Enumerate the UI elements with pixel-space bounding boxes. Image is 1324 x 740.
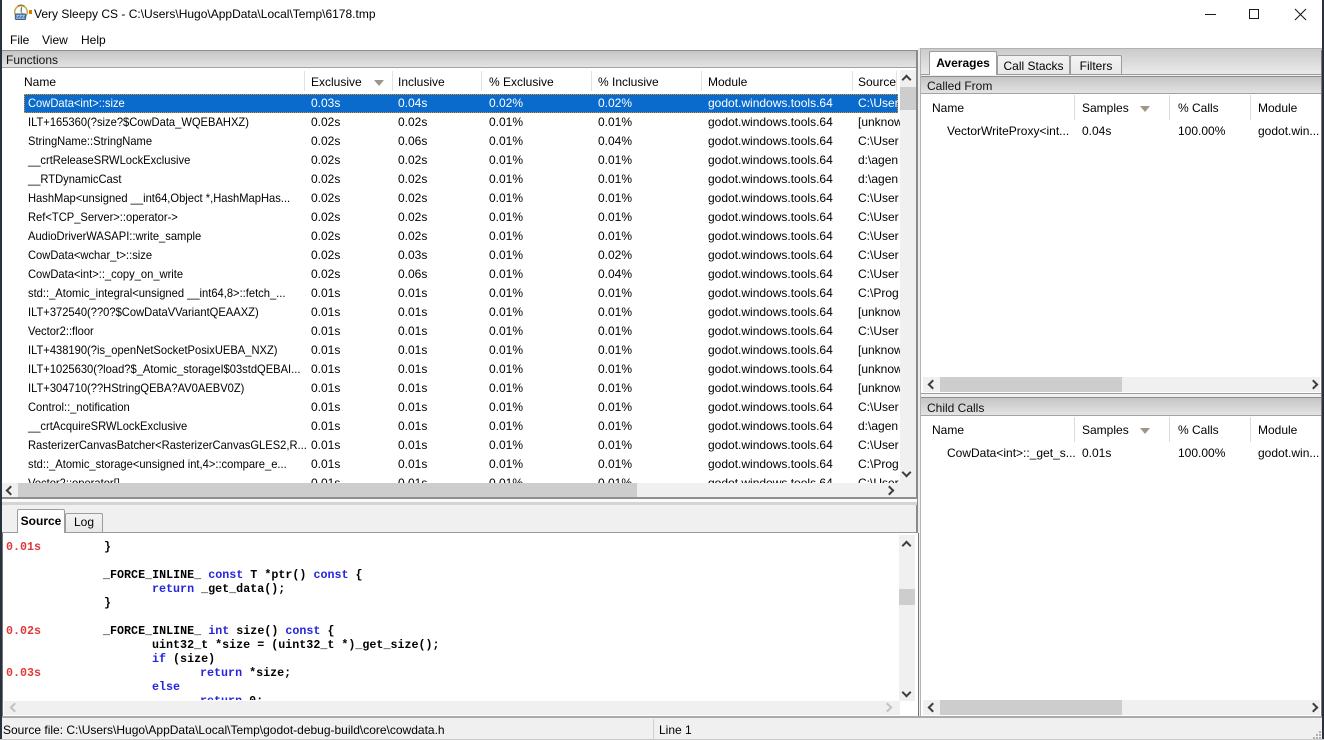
svg-text:zzz: zzz xyxy=(16,15,25,21)
